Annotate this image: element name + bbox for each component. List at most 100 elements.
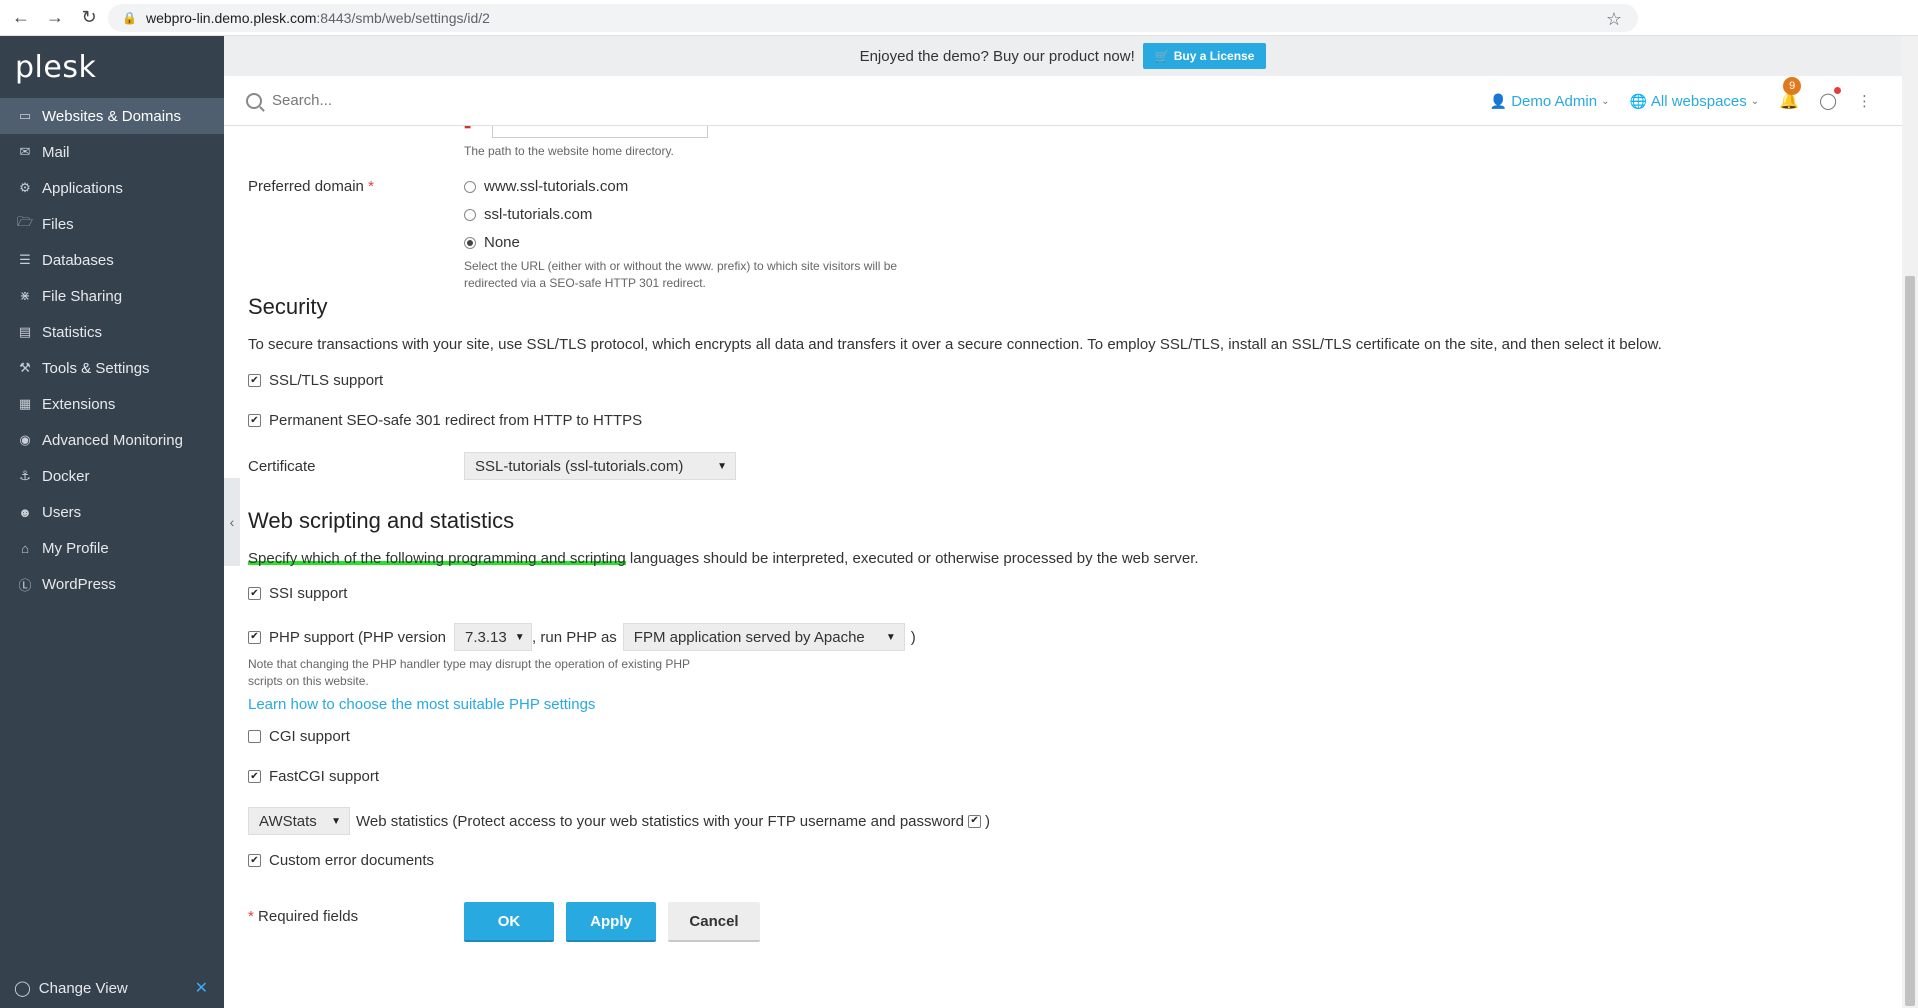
web-stats-row: AWStats ▼ Web statistics (Protect access… — [248, 807, 990, 835]
close-icon[interactable]: ✕ — [195, 978, 208, 998]
web-stats-close-paren: ) — [985, 812, 991, 830]
web-scripting-heading: Web scripting and statistics — [248, 508, 515, 533]
scroll-thumb[interactable] — [1905, 276, 1915, 1006]
certificate-select[interactable]: SSL-tutorials (ssl-tutorials.com) ▼ — [464, 452, 736, 480]
radio-bare[interactable]: ssl-tutorials.com — [464, 206, 592, 223]
back-icon[interactable]: ← — [8, 5, 34, 31]
user-menu[interactable]: 👤 Demo Admin ⌄ — [1490, 93, 1610, 110]
database-icon: ☰ — [19, 252, 31, 267]
fastcgi-checkbox[interactable]: ✔ FastCGI support — [248, 768, 379, 785]
sidebar-item-applications[interactable]: ⚙ Applications — [0, 170, 224, 206]
ssi-label: SSI support — [269, 585, 348, 602]
ok-button[interactable]: OK — [464, 902, 554, 942]
php-close-paren: ) — [910, 628, 916, 646]
cgi-label: CGI support — [269, 728, 350, 745]
security-heading: Security — [248, 294, 328, 319]
mail-icon: ✉ — [19, 144, 31, 159]
folder-icon: 🗁 — [16, 214, 34, 229]
checkbox-checked[interactable]: ✔ — [248, 414, 261, 427]
php-support-label: PHP support (PHP version — [269, 628, 447, 646]
sidebar-item-mail[interactable]: ✉ Mail — [0, 134, 224, 170]
ssi-checkbox[interactable]: ✔ SSI support — [248, 585, 347, 602]
custom-errors-checkbox[interactable]: ✔ Custom error documents — [248, 852, 434, 869]
sidebar-item-users[interactable]: ☻ Users — [0, 494, 224, 530]
forward-icon[interactable]: → — [42, 5, 68, 31]
ssl-support-checkbox[interactable]: ✔ SSL/TLS support — [248, 372, 383, 389]
user-icon: 👤 — [1489, 92, 1508, 109]
sidebar-item-websites-domains[interactable]: ▭ Websites & Domains — [0, 98, 224, 134]
sidebar: plesk ▭ Websites & Domains ✉ Mail ⚙ Applicati… — [0, 36, 224, 1008]
more-menu-button[interactable]: ⋮ — [1857, 92, 1872, 110]
top-header: Search... 👤 Demo Admin ⌄ 🌐 All webspaces… — [224, 76, 1902, 126]
user-name: Demo Admin — [1511, 92, 1598, 110]
radio-www-label: www.ssl-tutorials.com — [484, 178, 629, 195]
sidebar-item-extensions[interactable]: ▦ Extensions — [0, 386, 224, 422]
buy-license-button[interactable]: 🛒 Buy a License — [1142, 43, 1267, 69]
checkbox-checked[interactable]: ✔ — [248, 770, 261, 783]
radio-www-circle[interactable] — [464, 180, 476, 193]
change-view-button[interactable]: ◯ Change View ✕ — [0, 968, 224, 1008]
page-scrollbar[interactable] — [1902, 36, 1918, 1008]
checkbox-checked[interactable]: ✔ — [248, 587, 261, 600]
php-version-select[interactable]: 7.3.13 ▼ — [454, 623, 533, 651]
radio-none-label: None — [484, 234, 520, 251]
plesk-logo[interactable]: plesk — [0, 36, 224, 98]
radio-bare-circle[interactable] — [464, 208, 476, 221]
dropdown-arrow-icon: ▼ — [331, 815, 341, 827]
dropdown-arrow-icon: ▼ — [514, 631, 525, 643]
https-redirect-checkbox[interactable]: ✔ Permanent SEO-safe 301 redirect from H… — [248, 412, 642, 429]
checkbox-checked[interactable]: ✔ — [248, 854, 261, 867]
radio-bare-label: ssl-tutorials.com — [484, 206, 593, 223]
bookmark-star-icon[interactable]: ☆ — [1606, 9, 1622, 30]
sidebar-item-files[interactable]: 🗁 Files — [0, 206, 224, 242]
document-root-field[interactable]: httpdocs — [492, 126, 708, 138]
php-handler-select[interactable]: FPM application served by Apache ▼ — [622, 623, 905, 651]
promo-banner: Enjoyed the demo? Buy our product now! 🛒… — [224, 36, 1902, 76]
sidebar-collapse-handle[interactable]: ‹ — [224, 478, 240, 566]
buy-license-label: Buy a License — [1173, 49, 1255, 63]
sidebar-item-advanced-monitoring[interactable]: ◉ Advanced Monitoring — [0, 422, 224, 458]
sidebar-item-statistics[interactable]: ▤ Statistics — [0, 314, 224, 350]
browser-toolbar: ← → ↻ 🔒 webpro-lin.demo.plesk.com:8443/s… — [0, 0, 1918, 36]
preferred-hint-line-2: redirected via a SEO-safe HTTP 301 redir… — [464, 276, 706, 290]
reload-icon[interactable]: ↻ — [76, 5, 102, 31]
help-button[interactable]: ◯ — [1819, 87, 1841, 111]
dropdown-arrow-icon: ▼ — [885, 631, 896, 643]
sidebar-item-databases[interactable]: ☰ Databases — [0, 242, 224, 278]
sidebar-item-label: Files — [42, 215, 74, 233]
workspaces-menu[interactable]: 🌐 All webspaces ⌄ — [1629, 93, 1759, 110]
address-bar[interactable]: 🔒 webpro-lin.demo.plesk.com:8443/smb/web… — [108, 4, 1638, 32]
sidebar-item-docker[interactable]: ⚓ Docker — [0, 458, 224, 494]
search-input[interactable]: Search... — [246, 92, 332, 109]
chevron-down-icon: ⌄ — [1750, 95, 1760, 107]
radio-none-circle[interactable] — [464, 236, 476, 249]
dropdown-arrow-icon: ▼ — [717, 460, 727, 472]
sidebar-item-label: Docker — [42, 467, 90, 485]
cancel-button[interactable]: Cancel — [668, 902, 760, 942]
folder-warning-icon: ■ — [464, 126, 471, 132]
sidebar-item-file-sharing[interactable]: ⋇ File Sharing — [0, 278, 224, 314]
apply-button[interactable]: Apply — [566, 902, 656, 942]
checkbox-checked[interactable]: ✔ — [248, 374, 261, 387]
gear-icon: ⚙ — [19, 180, 31, 195]
cgi-checkbox[interactable]: CGI support — [248, 728, 350, 745]
sidebar-item-label: File Sharing — [42, 287, 123, 305]
radio-www[interactable]: www.ssl-tutorials.com — [464, 178, 628, 195]
sidebar-item-wordpress[interactable]: Ⓛ WordPress — [0, 566, 224, 602]
stats-protect-checkbox[interactable]: ✔ — [968, 814, 982, 828]
sidebar-item-label: Users — [42, 503, 82, 521]
web-stats-label: Web statistics (Protect access to your w… — [356, 812, 965, 830]
php-support-checkbox[interactable]: ✔ — [248, 630, 261, 644]
extensions-icon: ▦ — [18, 396, 32, 411]
ssl-support-label: SSL/TLS support — [269, 372, 384, 389]
notifications-button[interactable]: 🔔 9 — [1779, 77, 1802, 111]
sidebar-item-label: Mail — [42, 143, 70, 161]
radio-none[interactable]: None — [464, 234, 520, 251]
checkbox-unchecked[interactable] — [248, 730, 261, 743]
web-stats-select[interactable]: AWStats ▼ — [248, 807, 350, 835]
php-handler-value: FPM application served by Apache — [633, 628, 865, 646]
php-note-line-1: Note that changing the PHP handler type … — [248, 657, 691, 671]
sidebar-item-tools-settings[interactable]: ⚒ Tools & Settings — [0, 350, 224, 386]
php-settings-link[interactable]: Learn how to choose the most suitable PH… — [248, 696, 595, 713]
sidebar-item-my-profile[interactable]: ⌂ My Profile — [0, 530, 224, 566]
